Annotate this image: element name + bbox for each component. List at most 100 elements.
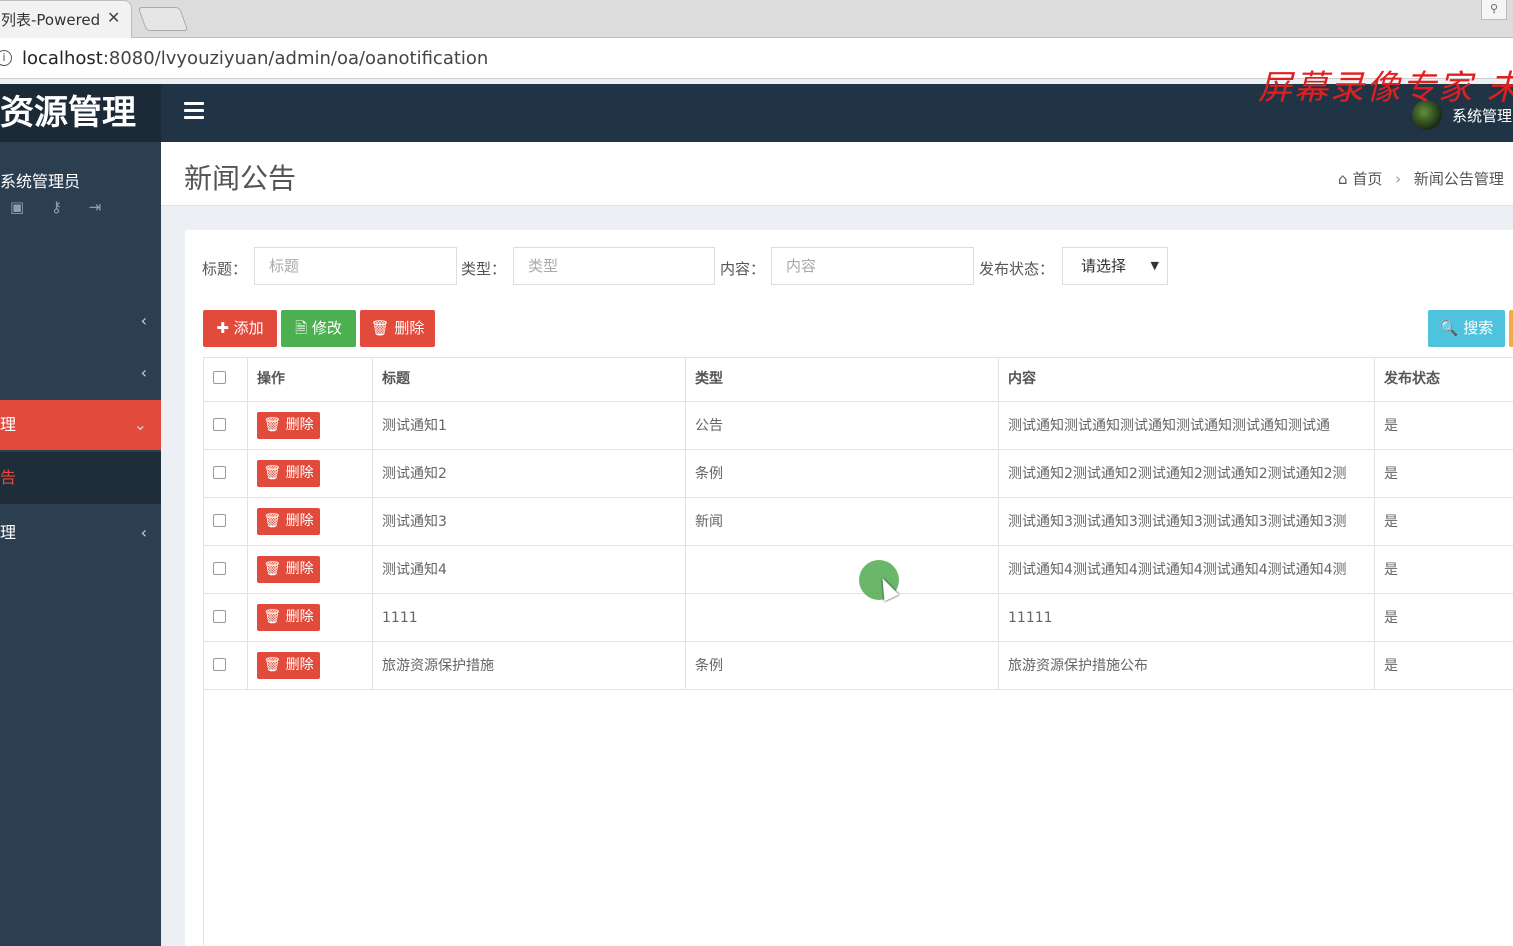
cell-type: 新闻 (685, 498, 998, 546)
cell-content: 11111 (998, 594, 1374, 642)
row-delete-button[interactable]: 🗑 删除 (257, 556, 320, 583)
row-select-cell (203, 450, 247, 498)
row-checkbox[interactable] (213, 657, 226, 671)
content-filter-input[interactable] (771, 247, 974, 285)
cell-type: 公告 (685, 402, 998, 450)
notice-table: 操作 标题 类型 内容 发布状态 🗑 删除 测试通知1 公告 测试通知测试通知测… (203, 357, 1513, 693)
cell-title: 旅游资源保护措施 (372, 642, 685, 690)
cell-status: 是 (1374, 594, 1513, 642)
header-status[interactable]: 发布状态 (1374, 357, 1513, 402)
cell-content: 测试通知3测试通知3测试通知3测试通知3测试通知3测 (998, 498, 1374, 546)
search-button[interactable]: 🔍 搜索 (1428, 310, 1505, 347)
table-row[interactable]: 🗑 删除 测试通知1 公告 测试通知测试通知测试通知测试通知测试通知测试通 是 (203, 402, 1513, 450)
header-content[interactable]: 内容 (998, 357, 1374, 402)
row-checkbox[interactable] (213, 513, 226, 527)
row-select-cell (203, 546, 247, 594)
table-row[interactable]: 🗑 删除 测试通知3 新闻 测试通知3测试通知3测试通知3测试通知3测试通知3测… (203, 498, 1513, 546)
row-actions: 🗑 删除 (247, 642, 372, 690)
cell-content: 测试通知2测试通知2测试通知2测试通知2测试通知2测 (998, 450, 1374, 498)
cell-status: 是 (1374, 498, 1513, 546)
sidebar-item-notice-management[interactable]: 理 ⌄ (0, 400, 161, 450)
chevron-down-icon: ⌄ (133, 415, 147, 434)
breadcrumb-home[interactable]: 首页 (1352, 170, 1382, 188)
row-checkbox[interactable] (213, 609, 226, 623)
app-logo[interactable]: 资源管理 (0, 84, 161, 142)
reset-button[interactable] (1509, 310, 1513, 347)
row-checkbox[interactable] (213, 417, 226, 431)
sidebar-item-1[interactable]: ‹ (0, 296, 161, 346)
recorder-watermark: 屏幕录像专家 未 (1258, 68, 1513, 108)
type-filter-input[interactable] (513, 247, 715, 285)
cell-status: 是 (1374, 450, 1513, 498)
breadcrumb-separator: › (1395, 170, 1402, 188)
cell-title: 1111 (372, 594, 685, 642)
table-row[interactable]: 🗑 删除 旅游资源保护措施 条例 旅游资源保护措施公布 是 (203, 642, 1513, 690)
person-icon[interactable]: ⚲ (1481, 0, 1507, 20)
sidebar-item-2[interactable]: ‹ (0, 348, 161, 398)
header-title[interactable]: 标题 (372, 357, 685, 402)
delete-button[interactable]: 🗑 删除 (360, 310, 435, 347)
breadcrumb: ⌂ 首页 › 新闻公告管理 (1338, 168, 1504, 189)
row-select-cell (203, 498, 247, 546)
row-checkbox[interactable] (213, 465, 226, 479)
edit-button[interactable]: 🗎 修改 (281, 310, 356, 347)
sidebar-user-actions: ▣ ⚷ ⇥ (10, 198, 123, 216)
caret-down-icon: ▼ (1150, 259, 1159, 272)
chevron-left-icon: ‹ (140, 523, 147, 542)
url-text[interactable]: localhost:8080/lvyouziyuan/admin/oa/oano… (22, 48, 488, 69)
row-actions: 🗑 删除 (247, 594, 372, 642)
cell-type (685, 546, 998, 594)
chevron-left-icon: ‹ (140, 311, 147, 330)
cell-type: 条例 (685, 450, 998, 498)
cell-status: 是 (1374, 642, 1513, 690)
cell-content: 旅游资源保护措施公布 (998, 642, 1374, 690)
sidebar-subitem-news-notice[interactable]: 告 (0, 452, 161, 504)
sidebar-item-label: 理 (0, 415, 17, 434)
select-all-cell (203, 357, 247, 402)
status-filter-label: 发布状态： (979, 260, 1055, 278)
row-delete-button[interactable]: 🗑 删除 (257, 508, 320, 535)
table-header-row: 操作 标题 类型 内容 发布状态 (203, 357, 1513, 402)
table-row[interactable]: 🗑 删除 测试通知2 条例 测试通知2测试通知2测试通知2测试通知2测试通知2测… (203, 450, 1513, 498)
header-type[interactable]: 类型 (685, 357, 998, 402)
table-row[interactable]: 🗑 删除 测试通知4 测试通知4测试通知4测试通知4测试通知4测试通知4测 是 (203, 546, 1513, 594)
tab-title: 列表-Powered (1, 11, 101, 29)
title-filter-input[interactable] (254, 247, 457, 285)
url-host: localhost (22, 48, 103, 69)
row-checkbox[interactable] (213, 561, 226, 575)
status-select[interactable]: 请选择 ▼ (1062, 247, 1168, 285)
type-filter-label: 类型： (461, 260, 507, 278)
cell-title: 测试通知4 (372, 546, 685, 594)
select-all-checkbox[interactable] (213, 370, 226, 384)
camera-icon[interactable]: ▣ (10, 198, 24, 216)
content-filter-label: 内容： (720, 260, 766, 278)
row-actions: 🗑 删除 (247, 546, 372, 594)
home-icon: ⌂ (1338, 170, 1348, 188)
cell-title: 测试通知2 (372, 450, 685, 498)
content-header (161, 142, 1513, 206)
info-icon[interactable]: i (0, 50, 12, 66)
header-actions[interactable]: 操作 (247, 357, 372, 402)
cell-status: 是 (1374, 402, 1513, 450)
row-delete-button[interactable]: 🗑 删除 (257, 652, 320, 679)
cell-title: 测试通知1 (372, 402, 685, 450)
status-select-value: 请选择 (1081, 257, 1127, 275)
row-delete-button[interactable]: 🗑 删除 (257, 604, 320, 631)
table-row[interactable]: 🗑 删除 1111 11111 是 (203, 594, 1513, 642)
title-filter-label: 标题： (202, 260, 248, 278)
logout-icon[interactable]: ⇥ (89, 198, 102, 216)
tab-close-icon[interactable]: ✕ (107, 8, 120, 27)
row-actions: 🗑 删除 (247, 450, 372, 498)
sidebar-item-label: 理 (0, 523, 17, 542)
browser-tab[interactable]: 列表-Powered ✕ (0, 0, 132, 38)
new-tab-button[interactable] (137, 7, 189, 31)
row-delete-button[interactable]: 🗑 删除 (257, 460, 320, 487)
sidebar-item-5[interactable]: 理 ‹ (0, 508, 161, 558)
browser-tab-bar: 列表-Powered ✕ ⚲ (0, 0, 1513, 38)
breadcrumb-current: 新闻公告管理 (1413, 170, 1504, 188)
chevron-left-icon: ‹ (140, 363, 147, 382)
row-delete-button[interactable]: 🗑 删除 (257, 412, 320, 439)
key-icon[interactable]: ⚷ (51, 198, 62, 216)
add-button[interactable]: ✚ 添加 (203, 310, 277, 347)
menu-toggle-icon[interactable] (184, 102, 204, 120)
